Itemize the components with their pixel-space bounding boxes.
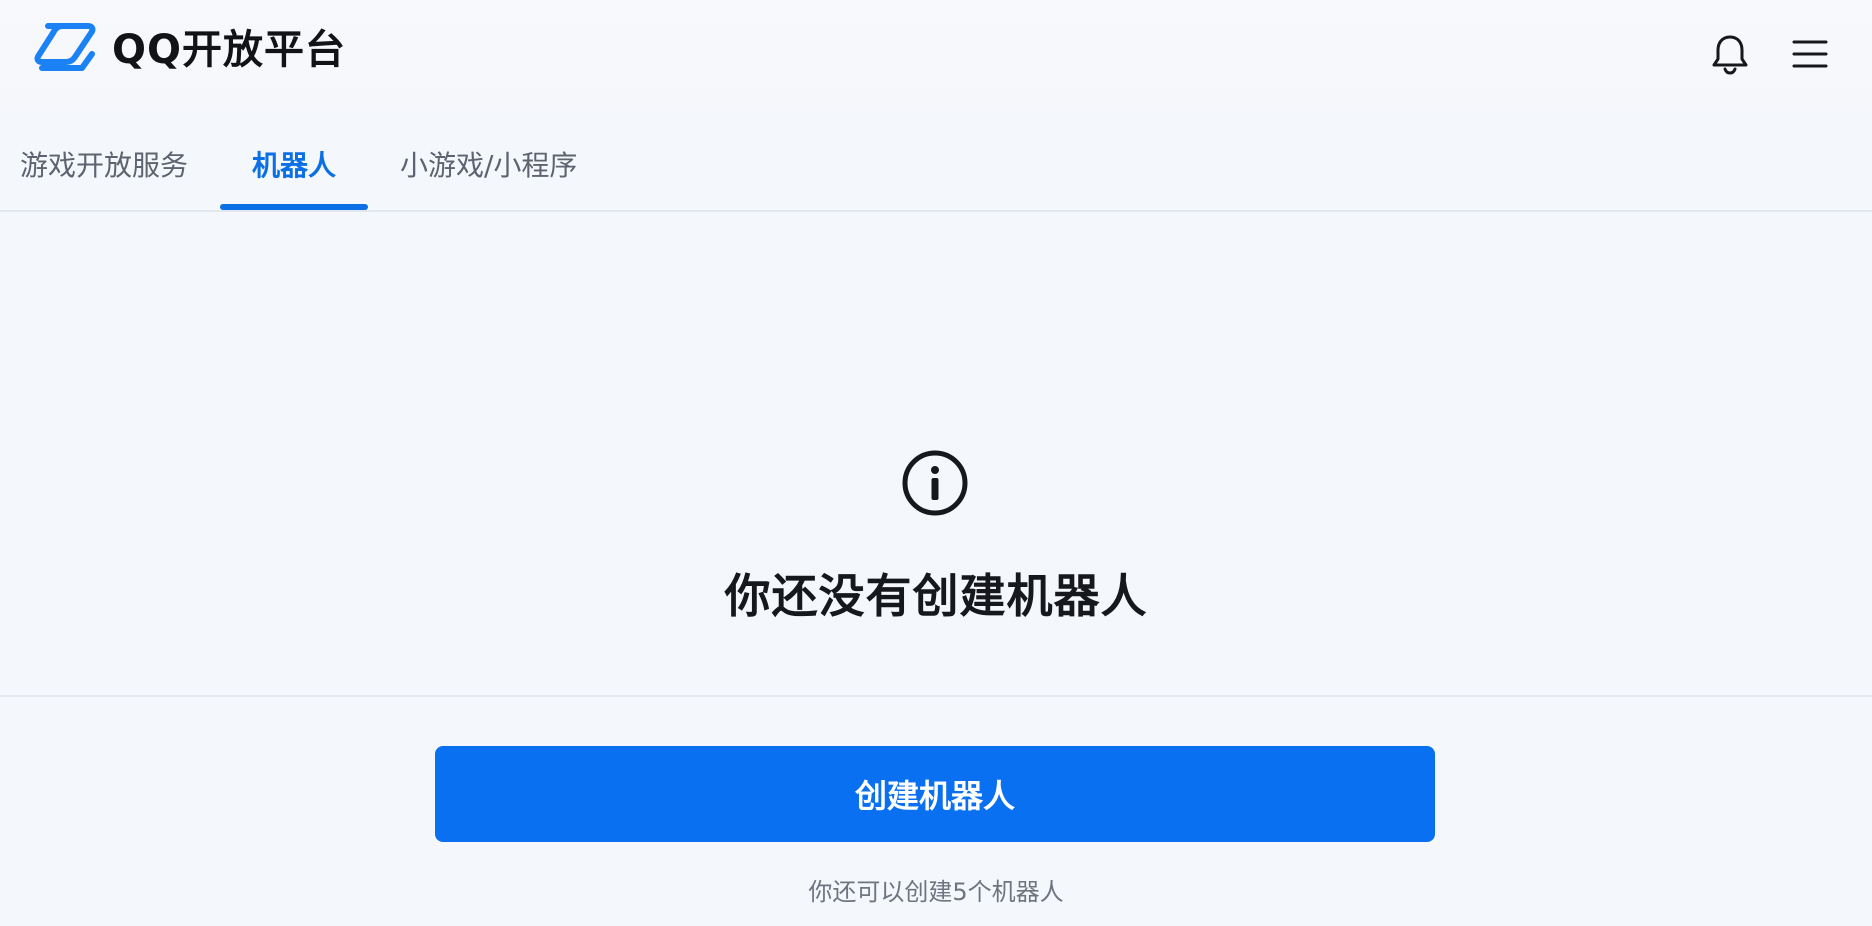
qq-open-platform-logo-icon (34, 22, 98, 78)
logo-text: QQ开放平台 (112, 27, 347, 73)
active-tab-indicator (220, 204, 368, 210)
tab-mini-games-mini-programs[interactable]: 小游戏/小程序 (400, 144, 577, 184)
tab-robots[interactable]: 机器人 (252, 144, 336, 184)
section-divider (0, 695, 1872, 697)
remaining-robot-count: 你还可以创建5个机器人 (808, 878, 1064, 906)
bell-icon[interactable] (1708, 32, 1752, 76)
tab-bar: 游戏开放服务 机器人 小游戏/小程序 (0, 120, 1872, 212)
app-header: QQ开放平台 (0, 0, 1872, 110)
tab-game-open-services[interactable]: 游戏开放服务 (20, 144, 188, 184)
empty-state-title: 你还没有创建机器人 (724, 569, 1148, 623)
info-circle-icon (900, 448, 970, 518)
logo[interactable]: QQ开放平台 (34, 20, 346, 80)
create-robot-button[interactable]: 创建机器人 (435, 746, 1435, 842)
hamburger-menu-icon[interactable] (1790, 34, 1830, 74)
